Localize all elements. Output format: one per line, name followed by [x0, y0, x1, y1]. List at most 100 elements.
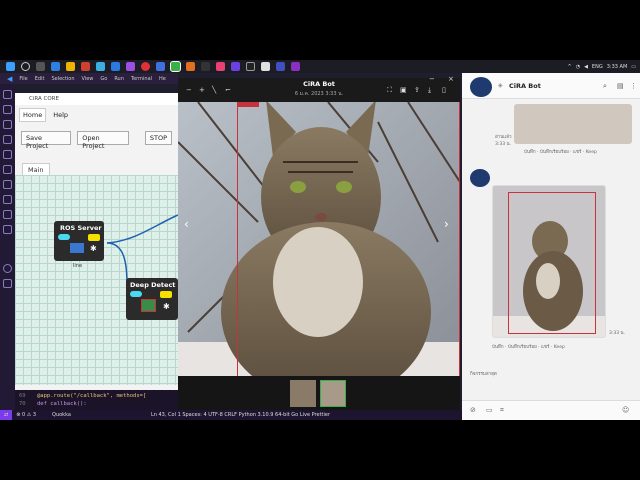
clock[interactable]: 3:33 AM	[607, 64, 628, 70]
remote-icon[interactable]	[3, 165, 12, 174]
menu-selection[interactable]: Selection	[51, 76, 74, 82]
app-icon[interactable]	[201, 62, 210, 71]
app-icon[interactable]	[246, 62, 255, 71]
gear-icon[interactable]: ✱	[163, 302, 170, 311]
app-icon[interactable]	[186, 62, 195, 71]
code-line[interactable]: @app.route("/callback", methods=[	[37, 393, 146, 399]
message-time: 3:33 น.	[495, 142, 512, 147]
bookmark-icon[interactable]: ▯	[442, 86, 450, 94]
chat-input-bar[interactable]: ⊘ ▭ ⌗ ☺	[462, 400, 640, 420]
app-icon[interactable]	[216, 62, 225, 71]
save-project-button[interactable]: Save Project	[21, 131, 72, 150]
next-image-icon[interactable]: ›	[444, 217, 449, 231]
attachment-icon[interactable]: ⊘	[470, 406, 476, 414]
windows-start-icon[interactable]	[6, 62, 15, 71]
editor-status[interactable]: Ln 43, Col 1 Spaces: 4 UTF-8 CRLF Python…	[151, 412, 330, 418]
file-icon[interactable]: ▭	[486, 406, 493, 414]
download-icon[interactable]: ⤓	[428, 86, 436, 94]
menu-file[interactable]: File	[19, 76, 27, 82]
cat-photo[interactable]: ‹ ›	[178, 102, 460, 376]
open-project-button[interactable]: Open Project	[77, 131, 129, 150]
menu-edit[interactable]: Edit	[35, 76, 45, 82]
app-icon[interactable]	[291, 62, 300, 71]
run-debug-icon[interactable]	[3, 135, 12, 144]
code-line[interactable]: def callback():	[37, 401, 87, 407]
menu-go[interactable]: Go	[100, 76, 107, 82]
avatar[interactable]	[470, 169, 490, 187]
notification-icon[interactable]: ▭	[631, 64, 636, 70]
screenshot-icon[interactable]: ⌗	[500, 406, 504, 415]
thumbnail-1[interactable]	[290, 380, 316, 407]
node-input-port[interactable]	[58, 234, 70, 240]
minimize-icon[interactable]: −	[429, 75, 437, 83]
account-icon[interactable]	[3, 264, 12, 273]
flow-canvas[interactable]: ROS Server ✱ line Deep Detect ✱	[15, 175, 178, 385]
remote-status-icon[interactable]: ⇄	[0, 410, 13, 420]
extension-icon[interactable]	[3, 225, 12, 234]
taskbar: ^ ◔ ◀ ENG 3:33 AM ▭	[0, 60, 640, 73]
node-output-port[interactable]	[160, 291, 172, 298]
zoom-out-icon[interactable]: −	[186, 86, 194, 94]
menu-help[interactable]: He	[159, 76, 166, 82]
app-icon[interactable]	[81, 62, 90, 71]
app-icon[interactable]	[261, 62, 270, 71]
search-icon[interactable]: ⌕	[603, 82, 607, 91]
gear-icon[interactable]: ✱	[90, 244, 97, 253]
screenshot-icon[interactable]: ▣	[400, 86, 408, 94]
language-indicator[interactable]: ENG	[592, 64, 603, 70]
close-icon[interactable]: ×	[448, 75, 456, 83]
deep-detect-node[interactable]: Deep Detect ✱	[126, 278, 178, 320]
share-icon[interactable]: ⇪	[414, 86, 422, 94]
draw-icon[interactable]: ╲	[212, 86, 220, 94]
cat-image-message[interactable]	[492, 185, 606, 338]
visual-studio-icon[interactable]	[126, 62, 135, 71]
fullscreen-icon[interactable]: ⛶	[387, 86, 395, 94]
menu-help[interactable]: Help	[50, 109, 71, 121]
docker-icon[interactable]	[3, 195, 12, 204]
emoji-icon[interactable]: ☺	[622, 406, 629, 414]
app-icon[interactable]	[156, 62, 165, 71]
wifi-icon[interactable]: ◔	[576, 64, 580, 70]
quokka-status[interactable]: Quokka	[52, 412, 71, 418]
ros-server-node[interactable]: ROS Server ✱	[54, 221, 104, 261]
node-output-port[interactable]	[88, 234, 100, 241]
detection-box	[237, 102, 460, 376]
node-input-port[interactable]	[130, 291, 142, 297]
app-icon[interactable]	[276, 62, 285, 71]
stop-button[interactable]: STOP	[144, 131, 172, 145]
app-icon[interactable]	[231, 62, 240, 71]
zoom-in-icon[interactable]: +	[199, 86, 207, 94]
note-icon[interactable]: ▤	[617, 82, 624, 90]
menu-view[interactable]: View	[82, 76, 94, 82]
app-icon[interactable]	[96, 62, 105, 71]
search-icon[interactable]	[21, 62, 30, 71]
image-message[interactable]	[514, 104, 632, 144]
chrome-icon[interactable]	[141, 62, 150, 71]
task-view-icon[interactable]	[36, 62, 45, 71]
extension-icon[interactable]	[3, 210, 12, 219]
vscode-icon[interactable]	[111, 62, 120, 71]
code-editor[interactable]: 69 @app.route("/callback", methods=[ 70 …	[15, 390, 178, 410]
explorer-icon[interactable]	[3, 90, 12, 99]
thumbnail-2[interactable]	[320, 380, 346, 407]
settings-gear-icon[interactable]	[3, 279, 12, 288]
crop-icon[interactable]: ⌐	[225, 86, 233, 94]
menu-home[interactable]: Home	[19, 108, 47, 122]
problems-count[interactable]: ⊗ 0 ⚠ 3	[16, 412, 36, 418]
volume-icon[interactable]: ◀	[584, 64, 588, 70]
menu-terminal[interactable]: Terminal	[131, 76, 152, 82]
avatar[interactable]	[470, 77, 492, 97]
extensions-icon[interactable]	[3, 150, 12, 159]
source-control-icon[interactable]	[3, 120, 12, 129]
menu-icon[interactable]: ⋮	[630, 82, 637, 90]
chevron-up-icon[interactable]: ^	[567, 64, 571, 70]
menu-run[interactable]: Run	[114, 76, 124, 82]
prev-image-icon[interactable]: ‹	[184, 217, 189, 231]
message-actions[interactable]: บันทึก · บันทึกเรียบร้อย · แชร์ · Keep	[492, 343, 565, 350]
folder-icon[interactable]	[66, 62, 75, 71]
testing-icon[interactable]	[3, 180, 12, 189]
app-icon[interactable]	[51, 62, 60, 71]
search-icon[interactable]	[3, 105, 12, 114]
message-actions[interactable]: บันทึก · บันทึกเรียบร้อย · แชร์ · Keep	[524, 148, 597, 155]
line-app-icon[interactable]	[170, 61, 181, 72]
